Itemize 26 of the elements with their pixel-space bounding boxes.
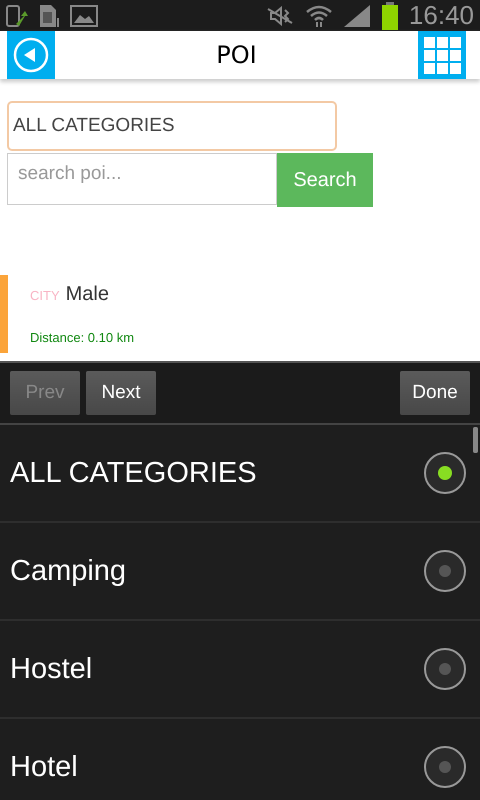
battery-icon [380,2,399,30]
category-label: CITY [30,288,60,303]
signal-icon [342,4,371,28]
status-time: 16:40 [408,0,474,31]
option-label: Hotel [10,750,78,784]
phone-upload-icon [6,4,28,28]
page-title: POI [216,41,257,69]
search-field[interactable]: search poi... [7,153,277,205]
radio-button[interactable] [424,746,466,788]
option-label: Camping [10,554,126,588]
result-card[interactable]: CITY Male Distance: 0.10 km [0,275,480,353]
image-icon [70,4,98,28]
sim-card-icon [38,4,60,28]
place-name: Male [66,283,109,306]
scrollbar [473,427,478,453]
radio-button[interactable] [424,452,466,494]
option-label: Hostel [10,652,92,686]
distance-text: Distance: 0.10 km [30,330,136,345]
wifi-icon [304,4,333,28]
radio-button[interactable] [424,648,466,690]
category-select[interactable]: ALL CATEGORIES [7,101,337,151]
done-button[interactable]: Done [400,371,470,415]
radio-button[interactable] [424,550,466,592]
mute-icon [264,4,295,26]
nav-button[interactable]: Next [86,371,156,415]
option-label: ALL CATEGORIES [10,456,257,490]
